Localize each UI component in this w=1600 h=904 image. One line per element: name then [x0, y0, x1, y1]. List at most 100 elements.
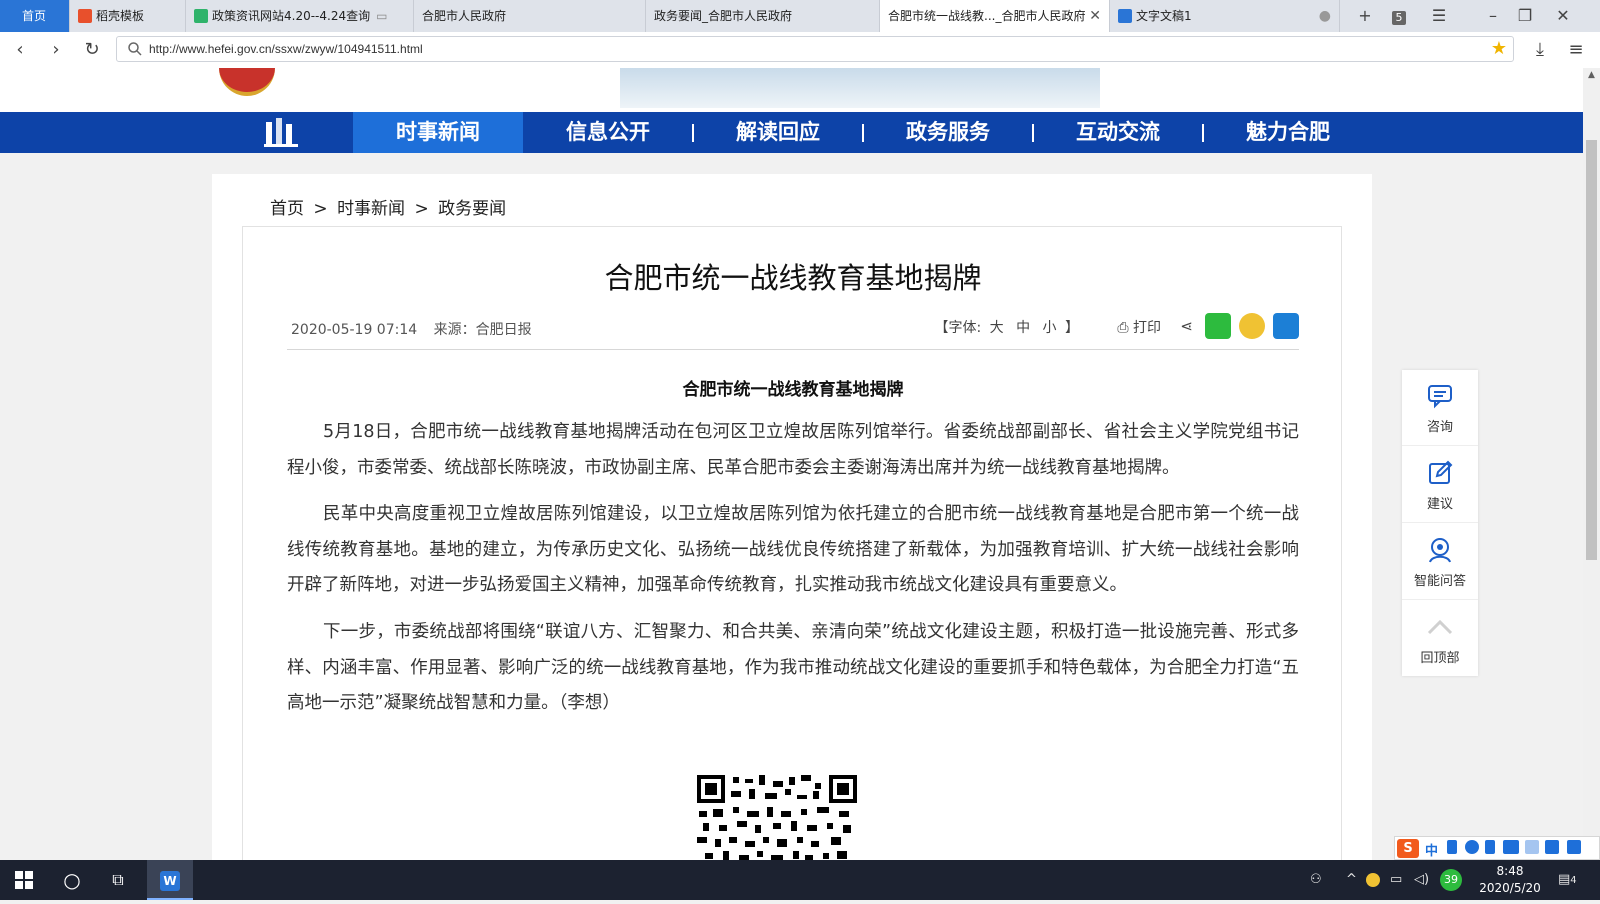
- nav-interpretation[interactable]: 解读回应: [693, 112, 863, 153]
- nav-gov-service[interactable]: 政务服务: [863, 112, 1033, 153]
- wps-app-button[interactable]: W: [147, 860, 193, 900]
- volume-icon[interactable]: ◁): [1414, 870, 1429, 890]
- tray-badge[interactable]: 39: [1440, 869, 1462, 891]
- wps-icon: W: [160, 871, 180, 891]
- clock-date: 2020/5/20: [1479, 881, 1541, 895]
- chevron-up-icon[interactable]: ^: [1346, 870, 1357, 890]
- article-subtitle: 合肥市统一战线教育基地揭牌: [682, 380, 904, 400]
- close-window-icon[interactable]: ✕: [1548, 0, 1578, 32]
- sidebar-back-to-top[interactable]: 回顶部: [1402, 601, 1478, 677]
- restore-icon[interactable]: ❐: [1510, 0, 1540, 32]
- download-icon[interactable]: ⤓: [1528, 38, 1552, 62]
- keyboard-icon[interactable]: [1503, 840, 1519, 854]
- emoji-icon[interactable]: [1465, 840, 1479, 854]
- screen-icon: ▭: [376, 9, 388, 23]
- weibo-share-icon[interactable]: [1239, 313, 1265, 339]
- nav-news[interactable]: 时事新闻: [353, 112, 523, 153]
- edit-icon: [1429, 460, 1453, 484]
- font-size-control: 【字体: 大 中 小 】: [934, 317, 1079, 337]
- nav-label: 魅力合肥: [1246, 120, 1330, 144]
- sidebar-label: 建议: [1426, 497, 1453, 512]
- scroll-up-icon[interactable]: ▲: [1586, 70, 1597, 80]
- word-icon: [1118, 9, 1132, 23]
- floating-sidebar: 咨询 建议 智能问答 回顶部: [1402, 370, 1478, 676]
- notification-icon[interactable]: ▤4: [1558, 870, 1584, 890]
- printer-icon: ⎙: [1117, 320, 1129, 336]
- minimize-icon[interactable]: –: [1478, 0, 1508, 32]
- ime-mode-label[interactable]: 中: [1425, 840, 1438, 859]
- url-input[interactable]: http://www.hefei.gov.cn/ssxw/zwyw/104941…: [116, 36, 1514, 62]
- tab-label: 首页: [22, 9, 47, 23]
- print-button[interactable]: ⎙ 打印: [1117, 317, 1161, 337]
- article-date: 2020-05-19 07:14: [291, 322, 418, 338]
- task-view-icon[interactable]: ⧉: [100, 860, 136, 900]
- font-medium-button[interactable]: 中: [1016, 320, 1030, 336]
- sidebar-consult[interactable]: 咨询: [1402, 370, 1478, 446]
- tab-label: 合肥市人民政府: [422, 9, 507, 23]
- toolbox-icon[interactable]: [1567, 840, 1581, 854]
- nav-label: 互动交流: [1076, 120, 1160, 144]
- security-tray-icon[interactable]: [1366, 873, 1380, 887]
- notification-count: 4: [1570, 875, 1577, 886]
- qq-share-icon[interactable]: [1273, 313, 1299, 339]
- nav-interaction[interactable]: 互动交流: [1033, 112, 1203, 153]
- new-tab-button[interactable]: +: [1350, 0, 1380, 32]
- refresh-icon[interactable]: ↻: [80, 38, 104, 62]
- tab-active-article[interactable]: 合肥市统一战线教..._合肥市人民政府 ✕: [880, 0, 1110, 32]
- dot-icon: ●: [1318, 8, 1331, 24]
- user-icon[interactable]: [1525, 840, 1539, 854]
- nav-label: 时事新闻: [396, 120, 480, 144]
- forward-icon[interactable]: ›: [44, 38, 68, 62]
- headset-icon: [1429, 538, 1451, 563]
- network-icon[interactable]: ▭: [1390, 870, 1402, 890]
- sogou-icon[interactable]: S: [1397, 839, 1419, 858]
- star-icon[interactable]: ★: [1491, 37, 1507, 61]
- breadcrumb: 首页 > 时事新闻 > 政务要闻: [270, 194, 510, 219]
- wechat-share-icon[interactable]: [1205, 313, 1231, 339]
- scroll-thumb[interactable]: [1586, 140, 1597, 560]
- article-paragraph: 民革中央高度重视卫立煌故居陈列馆建设，以卫立煌故居陈列馆为依托建立的合肥市统一战…: [287, 504, 1299, 595]
- page-scrollbar[interactable]: ▲: [1583, 68, 1600, 860]
- people-icon[interactable]: ⚇: [1310, 870, 1322, 890]
- tab-label: 文字文稿1: [1136, 9, 1192, 23]
- city-skyline-image: [620, 68, 1100, 108]
- sidebar-suggest[interactable]: 建议: [1402, 447, 1478, 523]
- back-icon[interactable]: ‹: [8, 38, 32, 62]
- breadcrumb-gov-news[interactable]: 政务要闻: [438, 199, 506, 219]
- chat-icon: [1428, 385, 1452, 409]
- skin-icon[interactable]: [1545, 840, 1559, 854]
- sidebar-label: 咨询: [1426, 420, 1453, 435]
- tab-hefei-gov[interactable]: 合肥市人民政府: [414, 0, 646, 32]
- browser-tab-bar: 首页 稻壳模板 政策资讯网站4.20--4.24查询 ▭ 合肥市人民政府 政务要闻…: [0, 0, 1600, 32]
- start-button[interactable]: [6, 860, 42, 900]
- tab-count-button[interactable]: 5: [1384, 0, 1414, 32]
- article-card: 合肥市统一战线教育基地揭牌 2020-05-19 07:14 来源：合肥日报 【…: [242, 226, 1342, 860]
- font-small-button[interactable]: 小: [1043, 320, 1057, 336]
- search-circle-icon[interactable]: ○: [54, 860, 90, 900]
- mic-icon[interactable]: [1485, 840, 1495, 854]
- breadcrumb-news[interactable]: 时事新闻: [337, 199, 405, 219]
- punct-icon[interactable]: [1447, 840, 1457, 854]
- article-tools: 【字体: 大 中 小 】 ⎙ 打印 ⋖: [899, 313, 1299, 341]
- site-nav: 时事新闻 信息公开 解读回应 政务服务 互动交流 魅力合肥: [0, 112, 1583, 153]
- tab-docer-templates[interactable]: 稻壳模板: [70, 0, 186, 32]
- share-icon[interactable]: ⋖: [1180, 317, 1193, 335]
- nav-label: 信息公开: [566, 120, 650, 144]
- close-icon[interactable]: ✕: [1089, 0, 1101, 32]
- tab-gov-news[interactable]: 政务要闻_合肥市人民政府: [646, 0, 880, 32]
- nav-info-public[interactable]: 信息公开: [523, 112, 693, 153]
- settings-menu-icon[interactable]: ≡: [1564, 38, 1588, 62]
- sidebar-smart-qa[interactable]: 智能问答: [1402, 524, 1478, 600]
- font-large-button[interactable]: 大: [990, 320, 1004, 336]
- tab-home[interactable]: 首页: [0, 0, 70, 32]
- tab-policy-query[interactable]: 政策资讯网站4.20--4.24查询 ▭: [186, 0, 414, 32]
- site-logo-icon[interactable]: [264, 118, 298, 148]
- nav-charm-hefei[interactable]: 魅力合肥: [1203, 112, 1373, 153]
- system-clock[interactable]: 8:48 2020/5/20: [1478, 863, 1542, 897]
- sidebar-label: 智能问答: [1413, 574, 1466, 589]
- print-label: 打印: [1133, 320, 1161, 336]
- tab-word-doc[interactable]: 文字文稿1 ●: [1110, 0, 1340, 32]
- tab-label: 稻壳模板: [96, 9, 145, 23]
- menu-icon[interactable]: ☰: [1424, 0, 1454, 32]
- breadcrumb-home[interactable]: 首页: [270, 199, 304, 219]
